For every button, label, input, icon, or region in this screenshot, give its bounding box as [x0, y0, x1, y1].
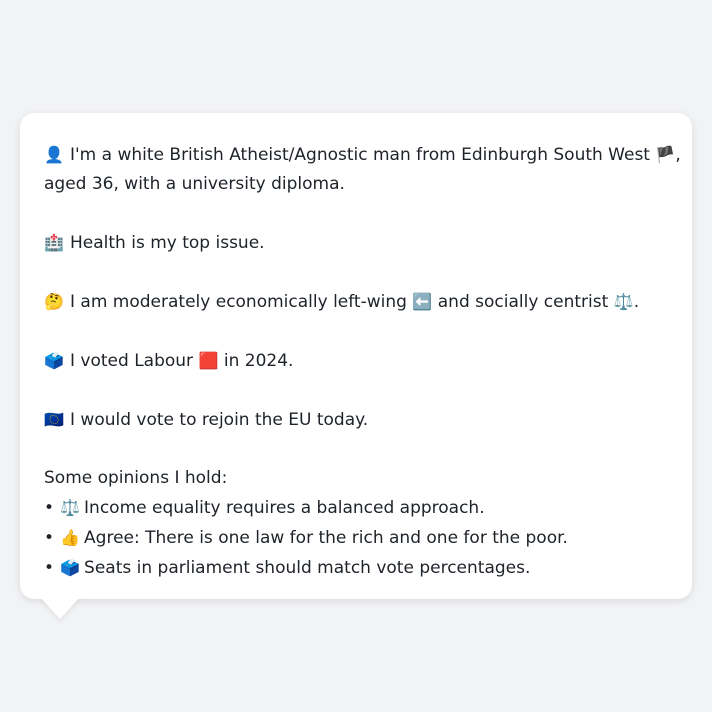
eu-flag-icon: 🇪🇺: [44, 410, 64, 429]
ideology-line: 🤔 I am moderately economically left-wing …: [44, 287, 668, 317]
vote-text: I voted Labour: [70, 351, 194, 371]
bullet: •: [44, 558, 55, 578]
opinion-item: • ⚖️ Income equality requires a balanced a…: [44, 493, 668, 523]
red-square-icon: 🟥: [198, 351, 219, 370]
ideology-social-text: and socially centrist: [437, 292, 609, 312]
eu-line: 🇪🇺 I would vote to rejoin the EU today.: [44, 405, 668, 435]
ideology-economic-text: I am moderately economically left-wing: [70, 292, 407, 312]
ballot-box-icon: 🗳️: [44, 351, 64, 370]
opinion-text: Income equality requires a balanced appr…: [84, 498, 485, 518]
ballot-box-icon: 🗳️: [60, 558, 80, 577]
hospital-icon: 🏥: [44, 233, 64, 252]
intro-text: I'm a white British Atheist/Agnostic man…: [70, 145, 650, 165]
bubble-tail: [40, 597, 80, 619]
bullet: •: [44, 528, 55, 548]
vote-line: 🗳️ I voted Labour 🟥 in 2024.: [44, 346, 668, 376]
bullet: •: [44, 498, 55, 518]
vote-year-text: in 2024.: [223, 351, 294, 371]
ideology-period: .: [633, 292, 640, 312]
intro-line: 👤 I'm a white British Atheist/Agnostic ma…: [44, 140, 681, 170]
balance-scale-icon: ⚖️: [60, 498, 80, 517]
intro-comma: ,: [675, 145, 681, 165]
health-line: 🏥 Health is my top issue.: [44, 228, 668, 258]
intro-line-2: aged 36, with a university diploma.: [44, 174, 345, 194]
balance-scale-icon: ⚖️: [613, 292, 634, 311]
health-text: Health is my top issue.: [70, 233, 265, 253]
opinions-heading: Some opinions I hold:: [44, 468, 228, 488]
opinion-item: • 👍 Agree: There is one law for the rich a…: [44, 523, 668, 553]
person-icon: 👤: [44, 145, 64, 164]
eu-text: I would vote to rejoin the EU today.: [70, 410, 369, 430]
thumbs-up-icon: 👍: [60, 528, 80, 547]
left-arrow-icon: ⬅️: [412, 292, 433, 311]
opinion-text: Seats in parliament should match vote pe…: [84, 558, 531, 578]
thinking-face-icon: 🤔: [44, 292, 64, 311]
scotland-flag-icon: 🏴: [655, 145, 676, 164]
opinion-text: Agree: There is one law for the rich and…: [84, 528, 568, 548]
message-bubble: 👤 I'm a white British Atheist/Agnostic ma…: [20, 113, 692, 599]
opinion-item: • 🗳️ Seats in parliament should match vote…: [44, 553, 668, 583]
